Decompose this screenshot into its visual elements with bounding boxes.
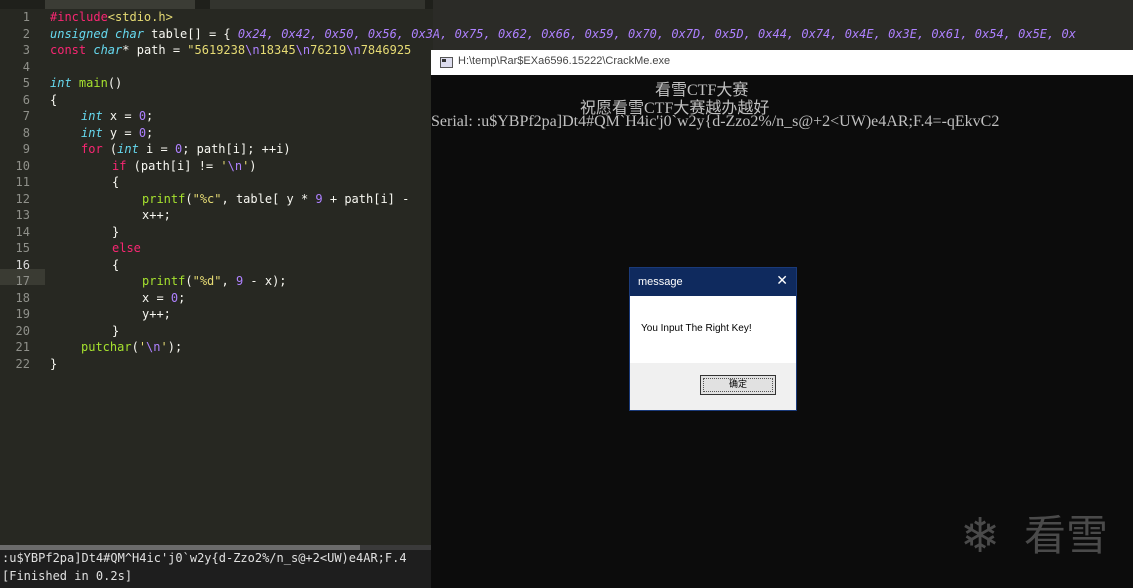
code-line-5: int main() [50,76,123,90]
tab-active[interactable] [45,0,195,9]
tab-inactive[interactable] [210,0,425,9]
line-number: 22 [15,356,30,371]
code-line-3: const char* path = "5619238\n18345\n7621… [50,43,412,57]
console-title-bar[interactable]: H:\temp\Rar$EXa6596.15222\CrackMe.exe [431,50,1133,75]
dialog-title: message [638,276,683,288]
line-number: 10 [15,158,30,173]
line-number: 11 [15,175,30,189]
snowflake-icon: ❄ [960,508,1001,564]
line-number: 18 [15,290,30,305]
code-line-10: if (path[i] != '\n') [112,158,257,173]
console-app-icon [440,57,453,68]
line-number: 7 [22,109,30,123]
line-number-gutter: 1 2 3 4 5 6 7 8 9 10 11 12 13 14 15 16 1… [0,9,45,429]
line-number: 6 [22,92,30,107]
line-number: 2 [22,26,30,41]
code-line-18: x = 0; [142,290,186,305]
line-number: 13 [15,208,30,222]
code-line-22: } [50,356,58,371]
code-line-17: printf("%d", 9 - x); [142,274,287,288]
close-icon[interactable]: ✕ [776,273,788,289]
line-number: 9 [22,142,30,156]
line-number: 16 [15,257,30,272]
dialog-message: You Input The Right Key! [641,323,752,334]
code-line-8: int y = 0; [81,125,154,140]
output-finished-line: [Finished in 0.2s] [2,569,133,583]
dialog-title-bar[interactable]: message ✕ [630,268,796,296]
tab-bar [0,0,433,9]
line-number: 17 [15,274,30,288]
build-output-panel: :u$YBPf2pa]Dt4#QM^H4ic'j0`w2y{d-Zzo2%/n_… [0,550,433,588]
code-line-21: putchar('\n'); [81,340,183,354]
code-line-12: printf("%c", table[ y * 9 + path[i] - [142,191,410,206]
code-line-19: y++; [142,307,171,321]
line-number: 1 [22,10,30,24]
line-number: 19 [15,307,30,321]
code-line-13: x++; [142,208,171,222]
code-line-20: } [112,323,120,338]
code-line-1: #include<stdio.h> [50,10,173,24]
message-dialog: message ✕ You Input The Right Key! 确定 [629,267,797,411]
line-number: 8 [22,125,30,140]
code-line-14: } [112,224,120,239]
line-number: 20 [15,323,30,338]
dialog-footer: 确定 [630,363,796,410]
line-number: 4 [22,59,30,74]
code-line-16: { [112,257,120,272]
code-line-6: { [50,92,58,107]
line-number: 15 [15,241,30,255]
line-number: 3 [22,43,30,57]
code-line-9: for (int i = 0; path[i]; ++i) [81,142,291,156]
console-serial-line: Serial: :u$YBPf2pa]Dt4#QM`H4ic'j0`w2y{d-… [431,113,1000,130]
watermark-text: 看雪 [1024,511,1109,560]
ok-button[interactable]: 确定 [700,375,776,395]
console-title: H:\temp\Rar$EXa6596.15222\CrackMe.exe [458,55,671,67]
line-number: 21 [15,340,30,354]
code-line-15: else [112,241,141,255]
code-line-11: { [112,175,120,189]
output-line: :u$YBPf2pa]Dt4#QM^H4ic'j0`w2y{d-Zzo2%/n_… [2,551,407,565]
line-number: 5 [22,76,30,90]
code-line-7: int x = 0; [81,109,154,123]
line-number: 12 [15,191,30,206]
line-number: 14 [15,224,30,239]
code-line-2: unsigned char table[] = { 0x24, 0x42, 0x… [50,26,1076,41]
